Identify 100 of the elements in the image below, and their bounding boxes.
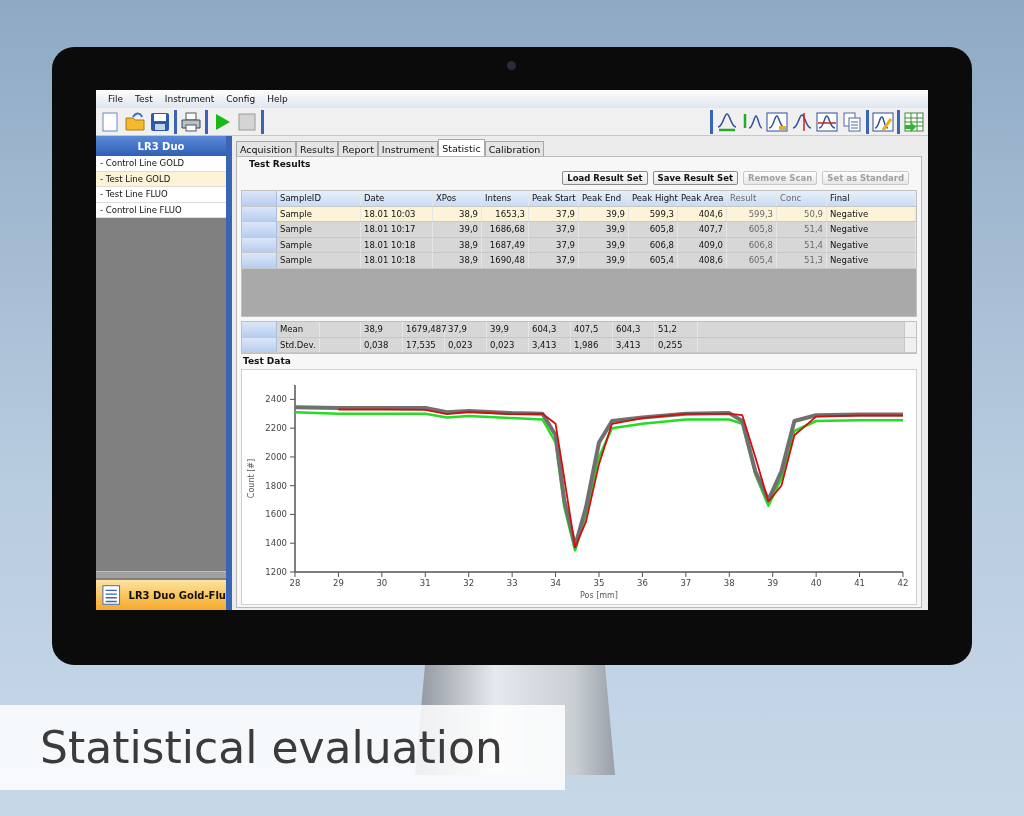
column-header[interactable]: Date — [361, 191, 433, 206]
y-axis-title: Count [#] — [247, 458, 256, 499]
axis-tick-label: 1600 — [265, 509, 287, 520]
axis-tick-label: 36 — [637, 578, 648, 588]
tab[interactable]: Results — [296, 141, 339, 156]
table-cell: 1,986 — [571, 337, 613, 353]
action-button[interactable]: Load Result Set — [562, 171, 648, 185]
table-cell: Sample — [277, 222, 361, 237]
sidebar-footer-label: LR3 Duo Gold-Flu — [128, 589, 226, 601]
table-cell: 39,0 — [433, 222, 482, 237]
table-cell: 38,9 — [433, 237, 482, 253]
tab[interactable]: Acquisition — [236, 141, 297, 156]
axis-tick-label: 1200 — [265, 567, 287, 577]
table-row[interactable]: Sample 18.01 10:18 38,9 1690,48 37,9 39,9 605,4 408,6 605,4 51,3 Negative — [242, 253, 916, 269]
table-cell: 0,038 — [361, 337, 403, 353]
table-cell: 51,4 — [777, 222, 827, 237]
column-header[interactable]: XPos — [433, 191, 482, 206]
table-cell: 1653,3 — [482, 206, 529, 222]
table-cell: 18.01 10:18 — [361, 253, 433, 268]
tab[interactable]: Instrument — [377, 141, 439, 156]
column-header[interactable]: Intens — [482, 191, 529, 206]
axis-tick-label: 2200 — [265, 423, 287, 434]
axis-tick-label: 2400 — [265, 394, 287, 405]
menu-item[interactable]: Config — [226, 94, 256, 104]
axis-tick-label: 41 — [854, 578, 865, 588]
table-cell: 37,9 — [445, 322, 487, 337]
table-cell: 1687,49 — [482, 237, 529, 253]
table-cell: 39,9 — [487, 322, 529, 337]
table-cell: 599,3 — [629, 206, 678, 222]
table-cell: 39,9 — [579, 237, 629, 253]
table-cell: 3,413 — [529, 337, 571, 353]
table-cell: Negative — [827, 206, 916, 222]
sidebar-footer-button[interactable]: LR3 Duo Gold-Flu — [96, 580, 226, 610]
axis-tick-label: 42 — [897, 578, 909, 588]
tab[interactable]: Report — [338, 141, 378, 156]
table-cell: 599,3 — [727, 206, 777, 222]
menu-item[interactable]: Help — [267, 94, 288, 104]
table-cell: 38,9 — [361, 322, 403, 337]
tab[interactable]: Calibration — [484, 141, 545, 156]
table-cell: Sample — [277, 206, 361, 222]
column-header[interactable]: Peak Start — [529, 191, 579, 206]
table-cell: 1679,487 — [403, 322, 445, 337]
table-cell: 39,9 — [579, 222, 629, 237]
axis-tick-label: 37 — [680, 578, 692, 588]
table-cell: 0,255 — [655, 337, 698, 353]
sidebar-item[interactable]: - Control Line GOLD — [96, 156, 226, 172]
sidebar-item[interactable]: - Test Line FLUO — [96, 187, 226, 203]
table-cell: 604,3 — [529, 322, 571, 337]
caption: Statistical evaluation — [0, 705, 565, 790]
table-cell: 51,2 — [655, 322, 698, 337]
axis-tick-label: 28 — [289, 578, 301, 588]
table-cell: Sample — [277, 237, 361, 253]
table-cell: Negative — [827, 222, 916, 237]
menu-item[interactable]: Test — [135, 94, 153, 104]
axis-tick-label: 30 — [376, 578, 388, 588]
table-cell: 37,9 — [529, 253, 579, 268]
column-header[interactable]: Peak Hight — [629, 191, 678, 206]
action-button[interactable]: Save Result Set — [652, 171, 739, 185]
table-cell: 18.01 10:17 — [361, 222, 433, 237]
table-cell: Sample — [277, 253, 361, 268]
table-cell: 1686,68 — [482, 222, 529, 237]
axis-tick-label: 32 — [463, 578, 475, 588]
table-cell: 605,8 — [629, 222, 678, 237]
column-header[interactable]: Final — [827, 191, 916, 206]
tab[interactable]: Statistic — [438, 139, 485, 156]
section-title: Test Data — [242, 356, 292, 367]
table-cell: 3,413 — [613, 337, 655, 353]
table-cell: 39,9 — [579, 206, 629, 222]
table-cell: 37,9 — [529, 206, 579, 222]
x-axis-title: Pos [mm] — [580, 591, 618, 600]
table-cell: 51,3 — [777, 253, 827, 268]
axis-tick-label: 29 — [333, 578, 344, 588]
table-cell: 38,9 — [433, 206, 482, 222]
menu-item[interactable]: Instrument — [164, 94, 215, 104]
axis-tick-label: 1800 — [265, 480, 287, 491]
table-cell: 408,6 — [678, 253, 727, 268]
axis-tick-label: 39 — [767, 578, 779, 588]
table-cell: 407,7 — [678, 222, 727, 237]
table-cell: 604,3 — [613, 322, 655, 337]
table-cell: 407,5 — [571, 322, 613, 337]
table-cell: 51,4 — [777, 237, 827, 253]
axis-tick-label: 40 — [810, 578, 822, 588]
table-cell: 0,023 — [487, 337, 529, 353]
axis-tick-label: 31 — [419, 578, 431, 588]
table-cell: 0,023 — [445, 337, 487, 353]
table-cell: 18.01 10:03 — [361, 206, 433, 222]
table-row[interactable]: Sample 18.01 10:17 39,0 1686,68 37,9 39,9 605,8 407,7 605,8 51,4 Negative — [242, 222, 916, 238]
table-cell: 37,9 — [529, 222, 579, 237]
table-cell: Negative — [827, 253, 916, 268]
axis-tick-label: 1400 — [265, 538, 287, 549]
axis-tick-label: 33 — [506, 578, 518, 588]
column-header[interactable]: SampleID — [277, 191, 361, 206]
table-cell: Negative — [827, 237, 916, 253]
menu-item[interactable]: File — [108, 94, 124, 104]
axis-tick-label: 38 — [723, 578, 735, 588]
column-header[interactable]: Peak Area — [678, 191, 727, 206]
column-header[interactable]: Peak End — [579, 191, 629, 206]
table-cell: Mean — [277, 322, 320, 337]
table-cell: 605,4 — [629, 253, 678, 268]
table-cell: 18.01 10:18 — [361, 237, 433, 253]
